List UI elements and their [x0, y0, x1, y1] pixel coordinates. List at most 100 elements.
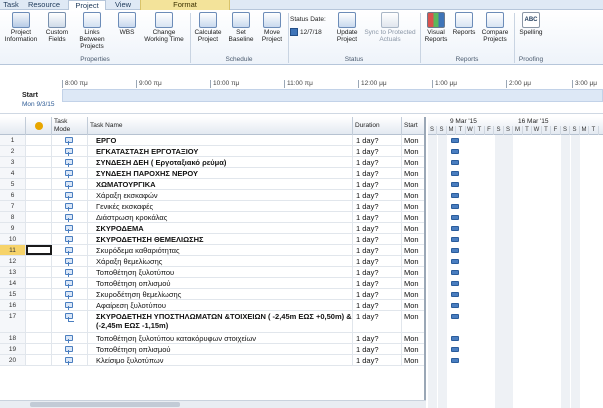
row-id[interactable]: 18 [0, 333, 26, 343]
duration-cell[interactable]: 1 day? [353, 256, 402, 266]
row-indicator-cell[interactable] [26, 311, 52, 332]
task-name-cell[interactable]: Διάστρωση κροκάλας [88, 212, 353, 222]
start-cell[interactable]: Mon [402, 157, 424, 167]
update-project-button[interactable]: Update Project [334, 12, 360, 43]
task-grid[interactable]: Task Mode Task Name Duration Start 1 ΕΡΓΟ… [0, 117, 426, 408]
set-baseline-button[interactable]: Set Baseline [224, 12, 258, 43]
duration-column-header[interactable]: Duration [353, 117, 402, 135]
gantt-task-bar[interactable] [451, 270, 459, 275]
duration-cell[interactable]: 1 day? [353, 355, 402, 365]
table-row[interactable]: 9 ΣΚΥΡΟΔΕΜΑ 1 day? Mon [0, 223, 424, 234]
reports-button[interactable]: Reports [450, 12, 478, 36]
calculate-project-button[interactable]: Calculate Project [192, 12, 224, 43]
gantt-task-bar[interactable] [451, 358, 459, 363]
gantt-task-bar[interactable] [451, 281, 459, 286]
custom-fields-button[interactable]: Custom Fields [42, 12, 72, 43]
row-id[interactable]: 10 [0, 234, 26, 244]
wbs-button[interactable]: WBS [116, 12, 138, 36]
tab-resource[interactable]: Resource [24, 0, 64, 10]
status-date-field[interactable]: 12/7/18 [290, 28, 322, 36]
table-row[interactable]: 20 Κλείσιμο ξυλοτύπων 1 day? Mon [0, 355, 424, 366]
table-row[interactable]: 1 ΕΡΓΟ 1 day? Mon [0, 135, 424, 146]
row-indicator-cell[interactable] [26, 223, 52, 233]
table-row[interactable]: 16 Αφαίρεση ξυλοτύπου 1 day? Mon [0, 300, 424, 311]
tab-format[interactable]: Format [140, 0, 230, 10]
start-cell[interactable]: Mon [402, 344, 424, 354]
start-cell[interactable]: Mon [402, 179, 424, 189]
task-name-cell[interactable]: Χάραξη θεμελίωσης [88, 256, 353, 266]
row-id[interactable]: 4 [0, 168, 26, 178]
table-row[interactable]: 6 Χάραξη εκσκαφών 1 day? Mon [0, 190, 424, 201]
timeline-bar[interactable] [62, 89, 603, 102]
row-id[interactable]: 6 [0, 190, 26, 200]
gantt-task-bar[interactable] [451, 314, 459, 319]
table-row[interactable]: 12 Χάραξη θεμελίωσης 1 day? Mon [0, 256, 424, 267]
gantt-task-bar[interactable] [451, 171, 459, 176]
task-name-column-header[interactable]: Task Name [88, 117, 353, 135]
duration-cell[interactable]: 1 day? [353, 300, 402, 310]
task-name-cell[interactable]: Αφαίρεση ξυλοτύπου [88, 300, 353, 310]
row-indicator-cell[interactable] [26, 179, 52, 189]
task-mode-cell[interactable] [52, 333, 88, 343]
gantt-task-bar[interactable] [451, 292, 459, 297]
gantt-task-bar[interactable] [451, 160, 459, 165]
table-row[interactable]: 11 Σκυρόδεμα καθαριότητας 1 day? Mon [0, 245, 424, 256]
task-mode-cell[interactable] [52, 289, 88, 299]
task-name-cell[interactable]: Σκυροδέτηση θεμελίωσης [88, 289, 353, 299]
table-row[interactable]: 10 ΣΚΥΡΟΔΕΤΗΣΗ ΘΕΜΕΛΙΩΣΗΣ 1 day? Mon [0, 234, 424, 245]
task-name-cell[interactable]: Τοποθέτηση ξυλοτύπου [88, 267, 353, 277]
row-id[interactable]: 17 [0, 311, 26, 332]
row-indicator-cell[interactable] [26, 267, 52, 277]
row-indicator-cell[interactable] [26, 212, 52, 222]
task-mode-cell[interactable] [52, 168, 88, 178]
task-mode-cell[interactable] [52, 157, 88, 167]
task-name-cell[interactable]: Χάραξη εκσκαφών [88, 190, 353, 200]
duration-cell[interactable]: 1 day? [353, 168, 402, 178]
task-name-cell[interactable]: ΣΥΝΔΕΣΗ ΔΕΗ ( Εργοταξιακό ρεύμα) [88, 157, 353, 167]
start-cell[interactable]: Mon [402, 278, 424, 288]
gantt-task-bar[interactable] [451, 336, 459, 341]
table-row[interactable]: 19 Τοποθέτηση οπλισμού 1 day? Mon [0, 344, 424, 355]
tab-task[interactable]: Task [0, 0, 22, 10]
gantt-chart[interactable]: 9 Mar '15 16 Mar '15 SSMTWTFSSMTWTFSSMT [428, 117, 603, 408]
task-name-cell[interactable]: ΣΚΥΡΟΔΕΤΗΣΗ ΘΕΜΕΛΙΩΣΗΣ [88, 234, 353, 244]
task-name-cell[interactable]: Κλείσιμο ξυλοτύπων [88, 355, 353, 365]
row-id[interactable]: 13 [0, 267, 26, 277]
start-cell[interactable]: Mon [402, 201, 424, 211]
task-mode-column-header[interactable]: Task Mode [52, 117, 88, 135]
task-mode-cell[interactable] [52, 234, 88, 244]
row-indicator-cell[interactable] [26, 256, 52, 266]
task-mode-cell[interactable] [52, 201, 88, 211]
task-mode-cell[interactable] [52, 245, 88, 255]
row-indicator-cell[interactable] [26, 300, 52, 310]
task-name-cell[interactable]: ΣΥΝΔΕΣΗ ΠΑΡΟΧΗΣ ΝΕΡΟΥ [88, 168, 353, 178]
gantt-task-bar[interactable] [451, 193, 459, 198]
task-mode-cell[interactable] [52, 278, 88, 288]
duration-cell[interactable]: 1 day? [353, 157, 402, 167]
duration-cell[interactable]: 1 day? [353, 179, 402, 189]
row-indicator-cell[interactable] [26, 278, 52, 288]
task-mode-cell[interactable] [52, 267, 88, 277]
task-mode-cell[interactable] [52, 135, 88, 145]
task-mode-cell[interactable] [52, 311, 88, 332]
task-mode-cell[interactable] [52, 344, 88, 354]
task-name-cell[interactable]: Τοποθέτηση οπλισμού [88, 344, 353, 354]
row-indicator-cell[interactable] [26, 190, 52, 200]
row-indicator-cell[interactable] [26, 201, 52, 211]
start-cell[interactable]: Mon [402, 355, 424, 365]
task-mode-cell[interactable] [52, 190, 88, 200]
row-id[interactable]: 11 [0, 245, 26, 255]
task-name-cell[interactable]: Τοποθέτηση οπλισμού [88, 278, 353, 288]
row-indicator-cell[interactable] [26, 245, 52, 255]
duration-cell[interactable]: 1 day? [353, 201, 402, 211]
row-indicator-cell[interactable] [26, 157, 52, 167]
compare-projects-button[interactable]: Compare Projects [478, 12, 512, 43]
start-cell[interactable]: Mon [402, 146, 424, 156]
start-cell[interactable]: Mon [402, 267, 424, 277]
indicators-column-header[interactable] [26, 117, 52, 135]
task-name-cell[interactable]: Γενικές εκσκαφές [88, 201, 353, 211]
links-between-projects-button[interactable]: Links Between Projects [72, 12, 112, 50]
scrollbar-thumb[interactable] [30, 402, 180, 407]
start-cell[interactable]: Mon [402, 212, 424, 222]
gantt-task-bar[interactable] [451, 204, 459, 209]
